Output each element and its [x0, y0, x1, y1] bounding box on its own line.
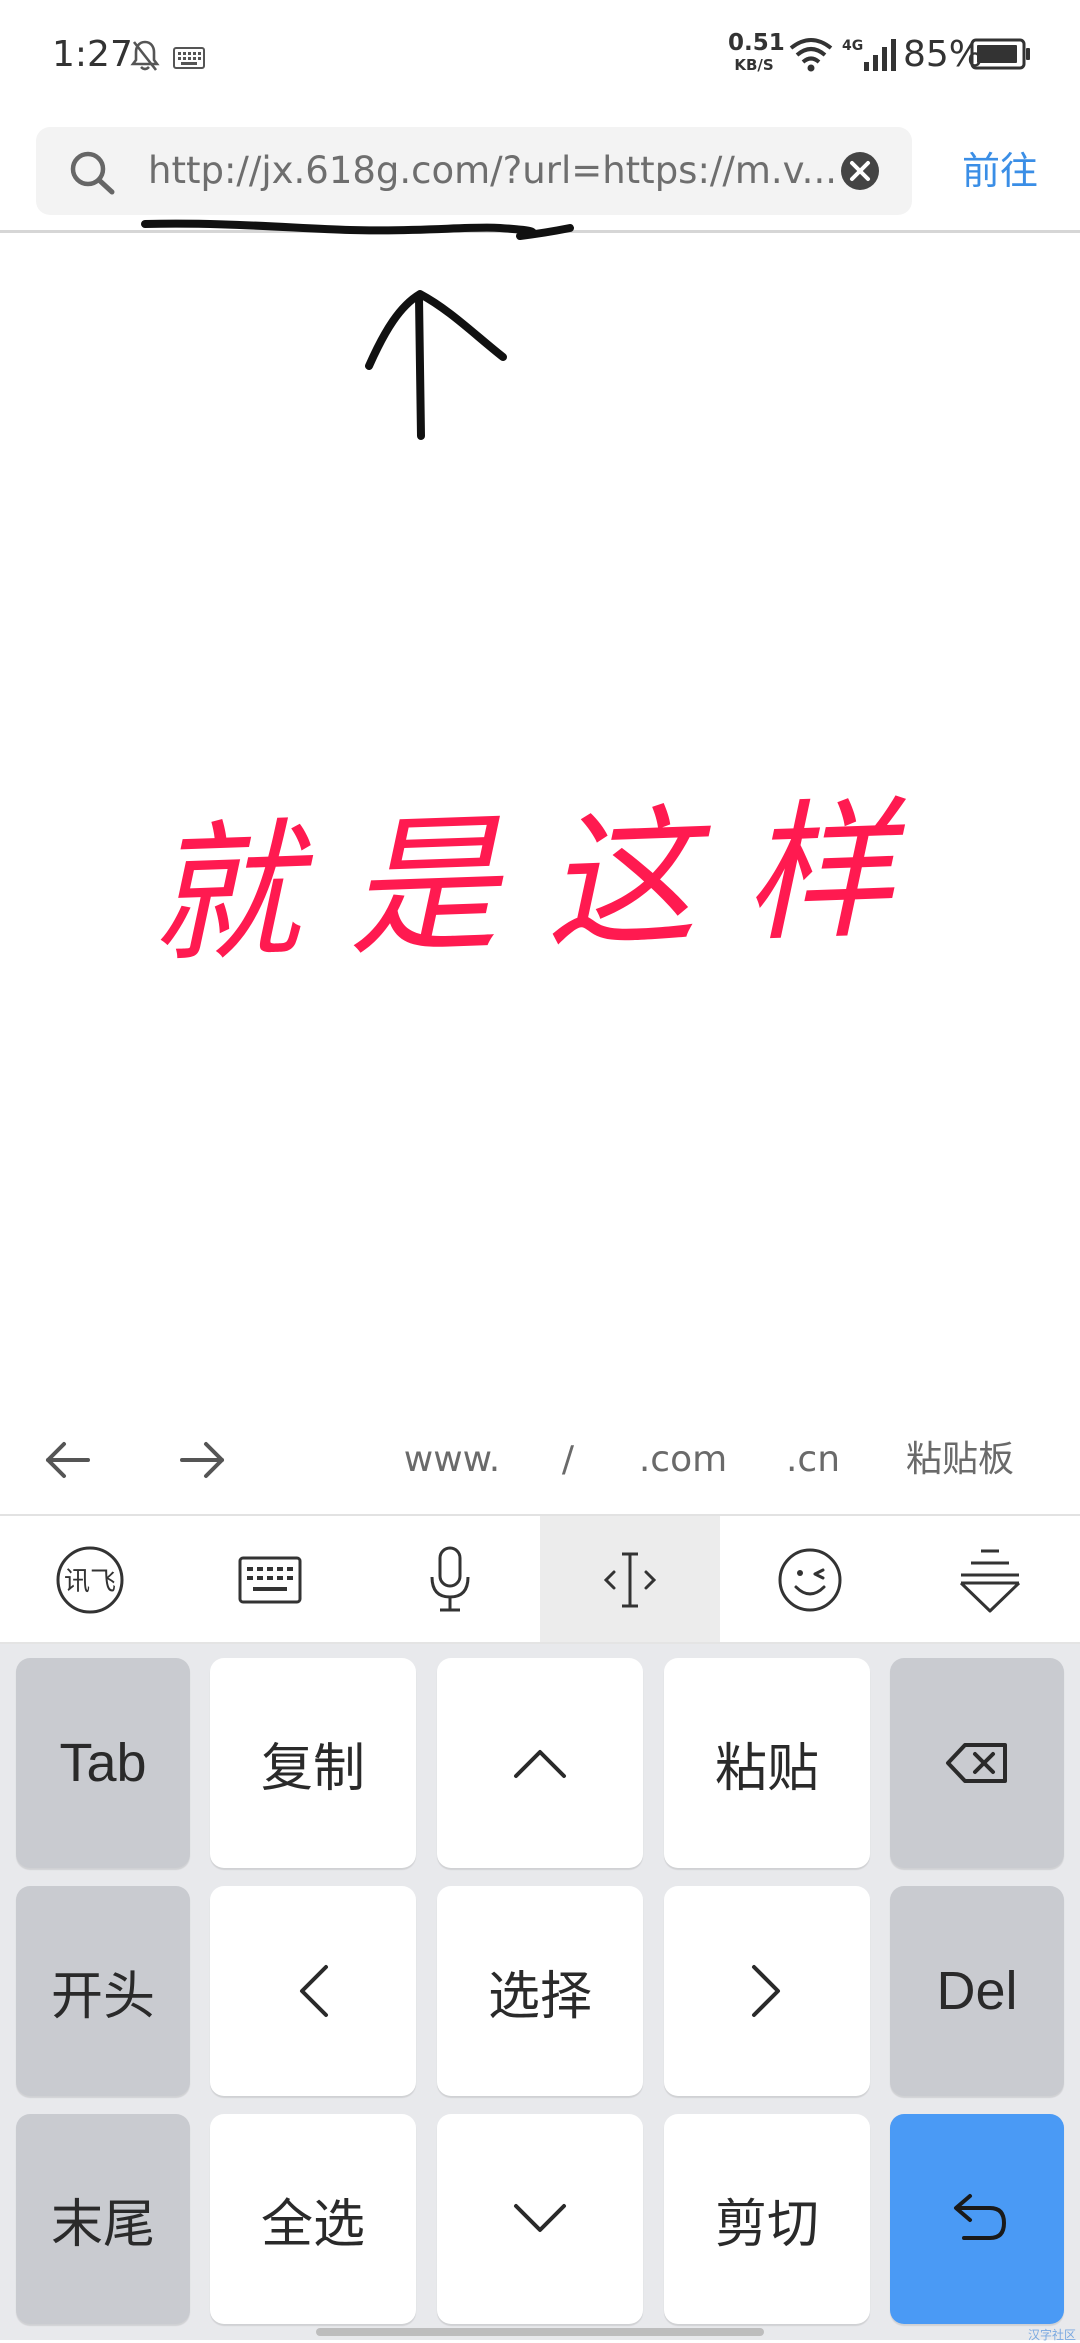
wifi-icon [788, 36, 834, 76]
handwritten-annotation: 就是这样 [141, 219, 945, 984]
enter-key[interactable] [890, 2114, 1064, 2324]
network-speed: 0.51 KB/S [728, 30, 785, 74]
collapse-keyboard-button[interactable] [900, 1516, 1080, 1644]
home-indicator[interactable] [316, 2328, 764, 2336]
delete-key[interactable]: Del [890, 1886, 1064, 2096]
status-bar: 1:27 0.51 KB/S 4G 85% [0, 0, 1080, 110]
select-all-key[interactable]: 全选 [210, 2114, 416, 2324]
ime-logo-text: 讯飞 [64, 1567, 116, 1597]
emoji-icon [778, 1548, 842, 1612]
battery-icon [970, 38, 1032, 74]
cursor-right-icon[interactable] [178, 1438, 226, 1486]
backspace-key[interactable] [890, 1658, 1064, 1868]
underline-stroke [141, 219, 574, 240]
line-start-key[interactable]: 开头 [16, 1886, 190, 2096]
status-time: 1:27 [52, 34, 133, 75]
suggestion-bar: www. / .com .cn 粘贴板 [0, 1408, 1080, 1512]
handwritten-text: 就是这样 [147, 782, 945, 984]
chevron-left-icon [300, 1965, 328, 2017]
suggestion-clipboard[interactable]: 粘贴板 [895, 1432, 1025, 1488]
suggestion-slash[interactable]: / [548, 1432, 588, 1488]
tab-key[interactable]: Tab [16, 1658, 190, 1868]
go-button[interactable]: 前往 [950, 143, 1050, 199]
collapse-keyboard-icon [959, 1549, 1021, 1613]
cursor-down-key[interactable] [437, 2114, 643, 2324]
ime-logo-icon: 讯飞 [56, 1546, 124, 1614]
chevron-up-icon [514, 1750, 566, 1778]
text-cursor-icon [603, 1552, 657, 1608]
keyboard-icon [238, 1556, 302, 1604]
keyboard-switch-button[interactable] [180, 1516, 360, 1644]
arrow-head [365, 290, 507, 370]
emoji-button[interactable] [720, 1516, 900, 1644]
watermark: 汉字社区 [1028, 2328, 1077, 2342]
arrow-shaft [415, 294, 425, 440]
cursor-left-key[interactable] [210, 1886, 416, 2096]
ime-logo-button[interactable]: 讯飞 [0, 1516, 180, 1644]
signal-icon [862, 38, 898, 76]
cut-key[interactable]: 剪切 [664, 2114, 870, 2324]
clear-icon[interactable] [838, 149, 882, 197]
cursor-right-key[interactable] [664, 1886, 870, 2096]
chevron-down-icon [514, 2204, 566, 2232]
cursor-left-icon[interactable] [44, 1438, 92, 1486]
search-icon [68, 149, 116, 199]
copy-key[interactable]: 复制 [210, 1658, 416, 1868]
paste-key[interactable]: 粘贴 [664, 1658, 870, 1868]
suggestion-com[interactable]: .com [628, 1432, 738, 1488]
text-edit-button[interactable] [540, 1516, 720, 1644]
microphone-icon [430, 1546, 470, 1612]
select-key[interactable]: 选择 [437, 1886, 643, 2096]
network-speed-unit: KB/S [734, 56, 774, 74]
return-icon [954, 2194, 1007, 2240]
voice-input-button[interactable] [360, 1516, 540, 1644]
keyboard-toolbar: 讯飞 [0, 1516, 1080, 1644]
suggestion-www[interactable]: www. [392, 1432, 512, 1488]
network-type: 4G [842, 38, 864, 54]
network-speed-value: 0.51 [728, 30, 785, 56]
suggestion-cn[interactable]: .cn [778, 1432, 848, 1488]
line-end-key[interactable]: 末尾 [16, 2114, 190, 2324]
backspace-icon [946, 1743, 1007, 1783]
cursor-up-key[interactable] [437, 1658, 643, 1868]
url-input[interactable]: http://jx.618g.com/?url=https://m.v... [148, 149, 844, 193]
keyboard-icon [173, 47, 205, 73]
chevron-right-icon [752, 1965, 780, 2017]
bell-muted-icon [130, 38, 160, 78]
